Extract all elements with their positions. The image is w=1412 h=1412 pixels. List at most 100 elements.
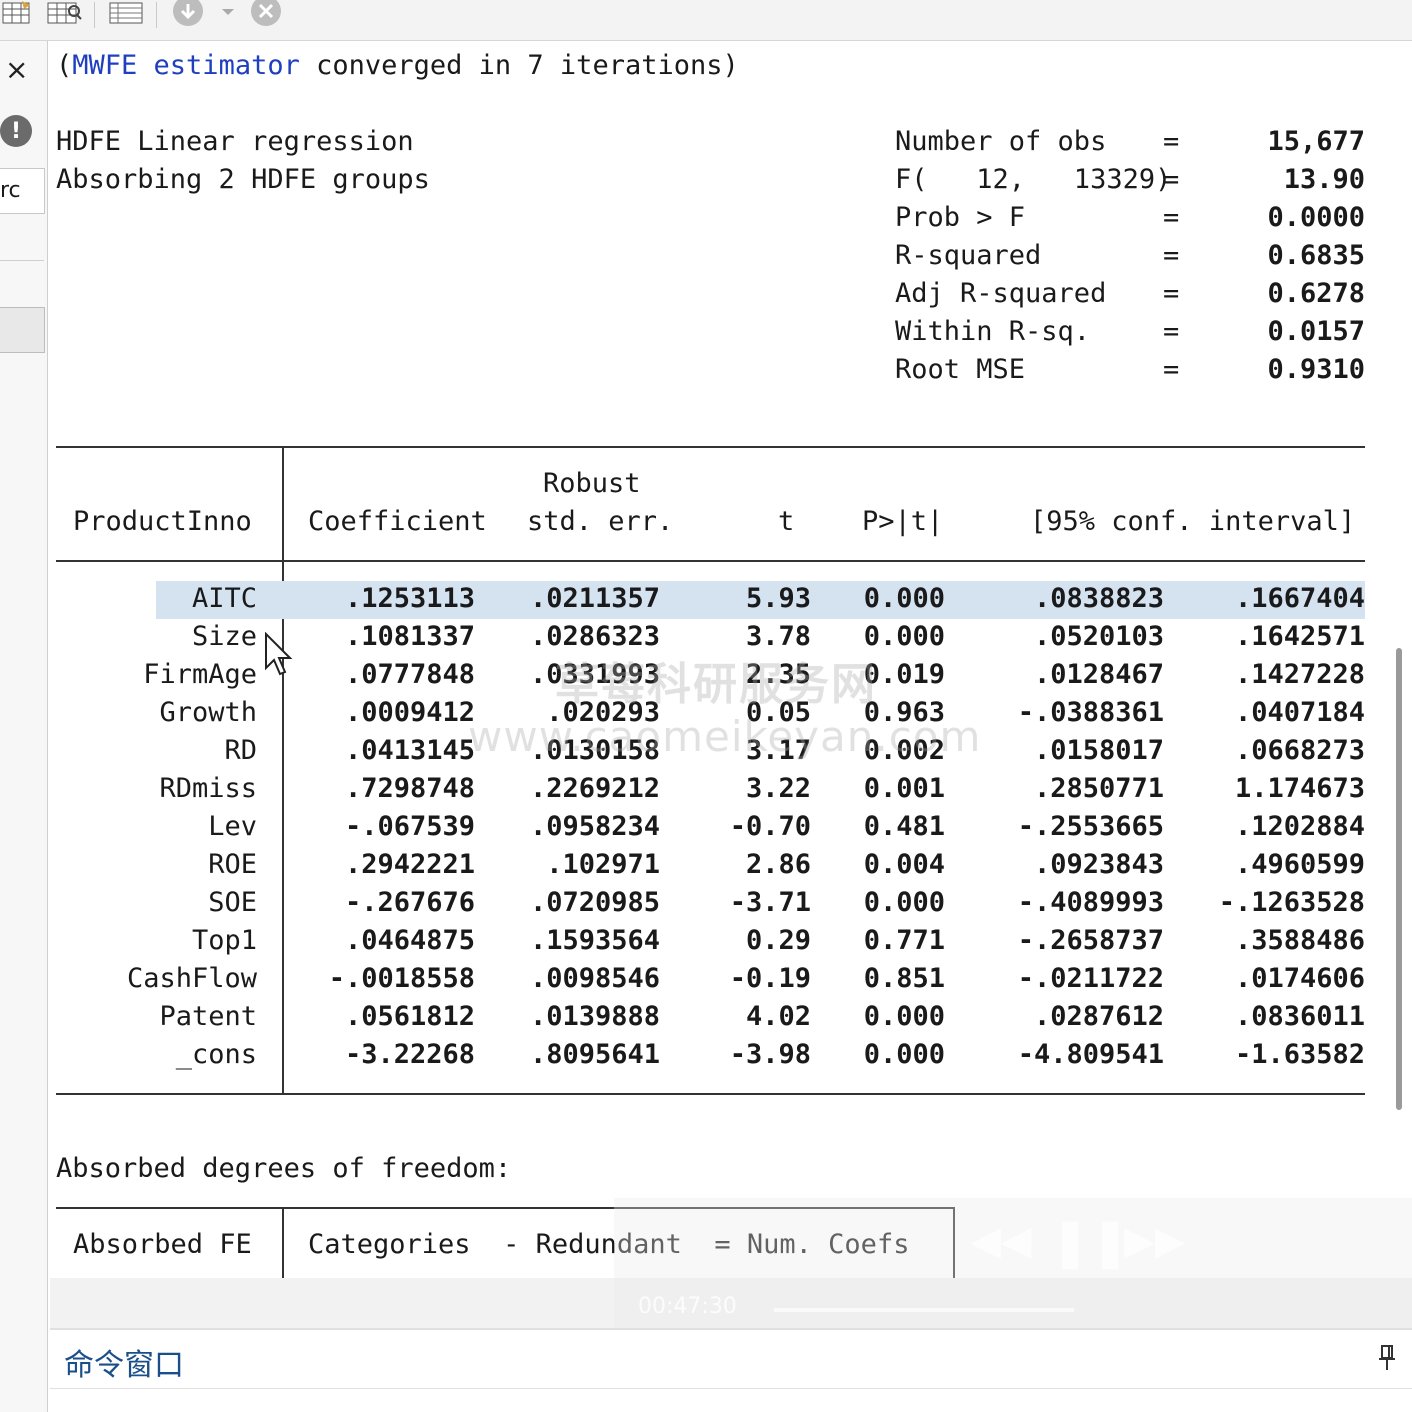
player-time: 00:47:30 — [638, 1294, 737, 1319]
break-icon[interactable] — [248, 0, 284, 26]
row-variable-name[interactable]: CashFlow — [127, 960, 257, 998]
row-hi-value: .1202884 — [1234, 811, 1365, 842]
estimator-link[interactable]: MWFE estimator — [72, 50, 300, 81]
t-header: t — [778, 506, 795, 537]
row-variable-name[interactable]: FirmAge — [143, 656, 257, 694]
video-player-overlay: ◀◀ ❚❚ ▶▶ 00:47:30 — [614, 1198, 1412, 1343]
row-hi-value: -.1263528 — [1218, 887, 1365, 918]
more-icon[interactable] — [170, 0, 206, 26]
row-variable-name[interactable]: ROE — [208, 846, 257, 884]
table-vertical-rule — [282, 446, 284, 1094]
row-variable-name[interactable]: AITC — [192, 580, 257, 618]
left-field[interactable]: rc — [0, 168, 45, 214]
stat-value: 13.90 — [1283, 164, 1365, 195]
converged-text: converged in 7 iterations) — [299, 50, 739, 81]
paren: ( — [56, 50, 73, 81]
row-variable-name[interactable]: Top1 — [192, 922, 257, 960]
row-t-value: 0.29 — [745, 925, 811, 956]
row-coef-value: .0009412 — [344, 697, 475, 728]
data-browser-icon[interactable] — [44, 0, 84, 26]
watermark-url: www.caomeikeyan.com — [468, 712, 982, 761]
table-header-rule — [56, 560, 1365, 562]
row-coef-value: -.267676 — [344, 887, 475, 918]
forward-icon[interactable]: ▶▶ — [1124, 1218, 1186, 1264]
row-coef-value: -.0018558 — [328, 963, 475, 994]
stat-label: F( 12, 13329) — [895, 164, 1172, 195]
absorbed-vertical-rule — [282, 1207, 284, 1279]
depvar-header: ProductInno — [73, 506, 252, 537]
row-coef-value: .2942221 — [344, 849, 475, 880]
stat-eq: = — [1163, 316, 1180, 347]
row-t-value: 2.86 — [745, 849, 811, 880]
row-hi-value: .0836011 — [1234, 1001, 1365, 1032]
stat-eq: = — [1163, 278, 1180, 309]
stat-eq: = — [1163, 164, 1180, 195]
row-lo-value: -4.809541 — [1017, 1039, 1164, 1070]
close-icon[interactable]: × — [5, 56, 28, 84]
row-lo-value: -.0388361 — [1017, 697, 1164, 728]
coef-header: Coefficient — [308, 506, 487, 537]
variables-manager-icon[interactable] — [106, 0, 146, 26]
row-hi-value: .1427228 — [1234, 659, 1365, 690]
stat-label: Root MSE — [895, 354, 1026, 385]
row-t-value: -0.70 — [729, 811, 811, 842]
row-se-value: .0098546 — [529, 963, 660, 994]
row-p-value: 0.000 — [863, 887, 945, 918]
left-panel-button[interactable] — [0, 307, 45, 353]
row-hi-value: .0668273 — [1234, 735, 1365, 766]
stat-eq: = — [1163, 240, 1180, 271]
row-lo-value: -.2658737 — [1017, 925, 1164, 956]
row-t-value: -0.19 — [729, 963, 811, 994]
row-coef-value: .0413145 — [344, 735, 475, 766]
command-window-bar: 命令窗口 — [50, 1328, 1412, 1389]
row-hi-value: .0174606 — [1234, 963, 1365, 994]
row-coef-value: .7298748 — [344, 773, 475, 804]
pin-icon[interactable] — [1378, 1344, 1396, 1379]
divider — [0, 260, 44, 261]
stat-label: Prob > F — [895, 202, 1026, 233]
row-lo-value: .0520103 — [1033, 621, 1164, 652]
table-bottom-rule — [56, 1093, 1365, 1095]
row-variable-name[interactable]: RD — [224, 732, 257, 770]
row-p-value: 0.004 — [863, 849, 945, 880]
row-lo-value: .0287612 — [1033, 1001, 1164, 1032]
row-lo-value: -.4089993 — [1017, 887, 1164, 918]
command-window-title: 命令窗口 — [64, 1348, 184, 1383]
row-hi-value: .4960599 — [1234, 849, 1365, 880]
player-progress[interactable] — [774, 1308, 1074, 1312]
row-hi-value: .0407184 — [1234, 697, 1365, 728]
row-coef-value: -.067539 — [344, 811, 475, 842]
vertical-scrollbar[interactable] — [1396, 648, 1402, 1110]
row-coef-value: .0561812 — [344, 1001, 475, 1032]
dropdown-icon[interactable] — [218, 0, 238, 26]
row-variable-name[interactable]: _cons — [176, 1036, 257, 1074]
warning-icon[interactable]: ! — [0, 115, 32, 147]
stat-label: Number of obs — [895, 126, 1107, 157]
regression-title: HDFE Linear regression — [56, 126, 414, 157]
row-lo-value: -.2553665 — [1017, 811, 1164, 842]
row-p-value: 0.481 — [863, 811, 945, 842]
robust-header: Robust — [543, 468, 641, 499]
p-header: P>|t| — [862, 506, 944, 537]
stat-eq: = — [1163, 354, 1180, 385]
row-variable-name[interactable]: Lev — [208, 808, 257, 846]
row-se-value: .2269212 — [529, 773, 660, 804]
absorbed-fe-header: Absorbed FE — [73, 1229, 252, 1260]
row-variable-name[interactable]: Size — [192, 618, 257, 656]
converged-line: (MWFE estimator converged in 7 iteration… — [56, 47, 739, 85]
row-variable-name[interactable]: Growth — [159, 694, 257, 732]
row-lo-value: -.0211722 — [1017, 963, 1164, 994]
row-se-value: .102971 — [546, 849, 660, 880]
stat-eq: = — [1163, 202, 1180, 233]
rewind-icon[interactable]: ◀◀ — [970, 1218, 1032, 1264]
row-t-value: -3.71 — [729, 887, 811, 918]
stat-label: R-squared — [895, 240, 1042, 271]
row-variable-name[interactable]: SOE — [208, 884, 257, 922]
row-variable-name[interactable]: Patent — [159, 998, 257, 1036]
data-editor-icon[interactable] — [0, 0, 34, 26]
row-variable-name[interactable]: RDmiss — [159, 770, 257, 808]
toolbar — [0, 0, 1412, 41]
row-t-value: -3.98 — [729, 1039, 811, 1070]
pause-icon[interactable]: ❚❚ — [1050, 1214, 1130, 1270]
mouse-cursor-icon — [265, 632, 293, 676]
